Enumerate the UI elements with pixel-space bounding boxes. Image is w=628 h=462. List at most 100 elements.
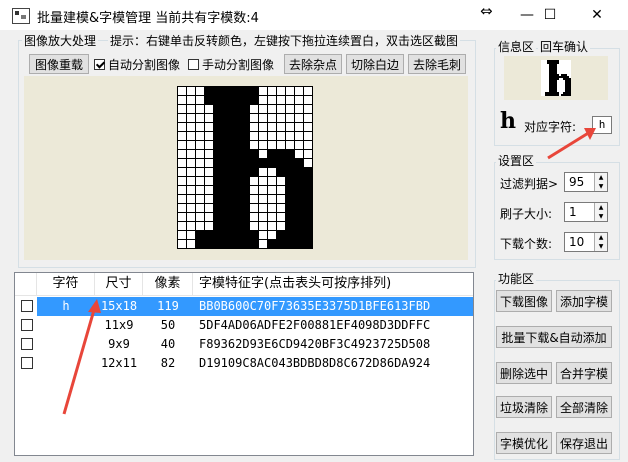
glyph-pixel-on[interactable] xyxy=(231,149,241,159)
glyph-pixel-off[interactable] xyxy=(267,140,277,150)
glyph-pixel-on[interactable] xyxy=(294,158,304,168)
glyph-pixel-on[interactable] xyxy=(213,104,223,114)
glyph-pixel-off[interactable] xyxy=(204,194,214,204)
glyph-pixel-off[interactable] xyxy=(186,113,196,123)
table-row[interactable]: 11x9 50 5DF4AD06ADFE2F00881EF4098D3DDFFC xyxy=(15,316,473,335)
glyph-pixel-off[interactable] xyxy=(285,104,295,114)
clear-all-button[interactable]: 全部清除 xyxy=(556,396,612,418)
glyph-pixel-on[interactable] xyxy=(240,158,250,168)
glyph-pixel-off[interactable] xyxy=(267,176,277,186)
spin-arrows-icon[interactable]: ▲ ▼ xyxy=(594,173,607,191)
glyph-pixel-on[interactable] xyxy=(222,104,232,114)
row-checkbox[interactable] xyxy=(21,357,33,369)
glyph-pixel-on[interactable] xyxy=(231,104,241,114)
glyph-pixel-off[interactable] xyxy=(195,113,205,123)
glyph-pixel-off[interactable] xyxy=(177,149,187,159)
glyph-pixel-off[interactable] xyxy=(177,113,187,123)
glyph-pixel-on[interactable] xyxy=(240,203,250,213)
glyph-pixel-off[interactable] xyxy=(195,122,205,132)
glyph-pixel-on[interactable] xyxy=(285,221,295,231)
glyph-pixel-on[interactable] xyxy=(222,167,232,177)
glyph-pixel-off[interactable] xyxy=(276,194,286,204)
glyph-pixel-off[interactable] xyxy=(267,230,277,240)
glyph-pixel-off[interactable] xyxy=(276,122,286,132)
glyph-pixel-off[interactable] xyxy=(258,104,268,114)
glyph-pixel-grid[interactable] xyxy=(177,86,313,249)
glyph-pixel-off[interactable] xyxy=(276,131,286,141)
glyph-pixel-on[interactable] xyxy=(222,113,232,123)
optimize-glyph-button[interactable]: 字模优化 xyxy=(496,432,552,454)
glyph-pixel-on[interactable] xyxy=(222,158,232,168)
glyph-pixel-on[interactable] xyxy=(303,185,313,195)
glyph-pixel-on[interactable] xyxy=(231,194,241,204)
glyph-pixel-off[interactable] xyxy=(177,122,187,132)
header-char[interactable]: 字符 xyxy=(37,273,95,295)
glyph-pixel-off[interactable] xyxy=(249,221,259,231)
glyph-pixel-on[interactable] xyxy=(240,185,250,195)
glyph-pixel-on[interactable] xyxy=(222,140,232,150)
add-glyph-button[interactable]: 添加字模 xyxy=(556,290,612,312)
glyph-pixel-off[interactable] xyxy=(204,104,214,114)
glyph-pixel-off[interactable] xyxy=(186,158,196,168)
glyph-pixel-off[interactable] xyxy=(258,167,268,177)
glyph-pixel-on[interactable] xyxy=(276,149,286,159)
glyph-pixel-on[interactable] xyxy=(240,140,250,150)
glyph-pixel-on[interactable] xyxy=(222,122,232,132)
glyph-pixel-off[interactable] xyxy=(285,131,295,141)
glyph-pixel-on[interactable] xyxy=(249,86,259,96)
trash-clear-button[interactable]: 垃圾清除 xyxy=(496,396,552,418)
glyph-pixel-on[interactable] xyxy=(285,158,295,168)
glyph-pixel-on[interactable] xyxy=(222,230,232,240)
glyph-pixel-off[interactable] xyxy=(195,203,205,213)
glyph-pixel-on[interactable] xyxy=(213,221,223,231)
glyph-pixel-off[interactable] xyxy=(204,212,214,222)
glyph-pixel-off[interactable] xyxy=(258,95,268,105)
glyph-pixel-off[interactable] xyxy=(177,158,187,168)
glyph-pixel-off[interactable] xyxy=(195,158,205,168)
glyph-pixel-on[interactable] xyxy=(240,104,250,114)
glyph-pixel-on[interactable] xyxy=(204,239,214,249)
glyph-pixel-on[interactable] xyxy=(213,95,223,105)
glyph-pixel-on[interactable] xyxy=(222,221,232,231)
glyph-pixel-on[interactable] xyxy=(213,131,223,141)
glyph-pixel-off[interactable] xyxy=(267,131,277,141)
glyph-pixel-on[interactable] xyxy=(222,176,232,186)
glyph-pixel-on[interactable] xyxy=(231,167,241,177)
glyph-pixel-on[interactable] xyxy=(285,212,295,222)
glyph-pixel-on[interactable] xyxy=(213,176,223,186)
glyph-pixel-off[interactable] xyxy=(294,140,304,150)
glyph-pixel-off[interactable] xyxy=(285,140,295,150)
glyph-pixel-off[interactable] xyxy=(267,221,277,231)
glyph-pixel-off[interactable] xyxy=(186,239,196,249)
glyph-pixel-on[interactable] xyxy=(231,176,241,186)
glyph-pixel-on[interactable] xyxy=(249,239,259,249)
delete-selected-button[interactable]: 删除选中 xyxy=(496,362,552,384)
glyph-pixel-on[interactable] xyxy=(231,131,241,141)
glyph-pixel-on[interactable] xyxy=(213,122,223,132)
glyph-pixel-off[interactable] xyxy=(195,194,205,204)
glyph-pixel-off[interactable] xyxy=(258,230,268,240)
glyph-pixel-off[interactable] xyxy=(186,122,196,132)
glyph-pixel-on[interactable] xyxy=(276,230,286,240)
glyph-pixel-on[interactable] xyxy=(294,221,304,231)
table-row[interactable]: 12x11 82 D19109C8AC043BDBD8D8C672D86DA924 xyxy=(15,354,473,373)
glyph-pixel-off[interactable] xyxy=(186,86,196,96)
glyph-pixel-off[interactable] xyxy=(267,185,277,195)
char-input[interactable]: h xyxy=(592,116,612,134)
glyph-pixel-on[interactable] xyxy=(276,239,286,249)
glyph-pixel-on[interactable] xyxy=(240,221,250,231)
glyph-pixel-off[interactable] xyxy=(267,95,277,105)
glyph-pixel-on[interactable] xyxy=(285,194,295,204)
glyph-pixel-off[interactable] xyxy=(186,203,196,213)
glyph-pixel-on[interactable] xyxy=(303,239,313,249)
glyph-pixel-on[interactable] xyxy=(213,86,223,96)
glyph-pixel-off[interactable] xyxy=(177,86,187,96)
glyph-pixel-on[interactable] xyxy=(249,167,259,177)
download-image-button[interactable]: 下载图像 xyxy=(496,290,552,312)
glyph-pixel-off[interactable] xyxy=(258,131,268,141)
glyph-pixel-off[interactable] xyxy=(177,176,187,186)
glyph-pixel-on[interactable] xyxy=(249,158,259,168)
glyph-pixel-off[interactable] xyxy=(195,86,205,96)
glyph-pixel-off[interactable] xyxy=(267,113,277,123)
glyph-pixel-off[interactable] xyxy=(204,131,214,141)
